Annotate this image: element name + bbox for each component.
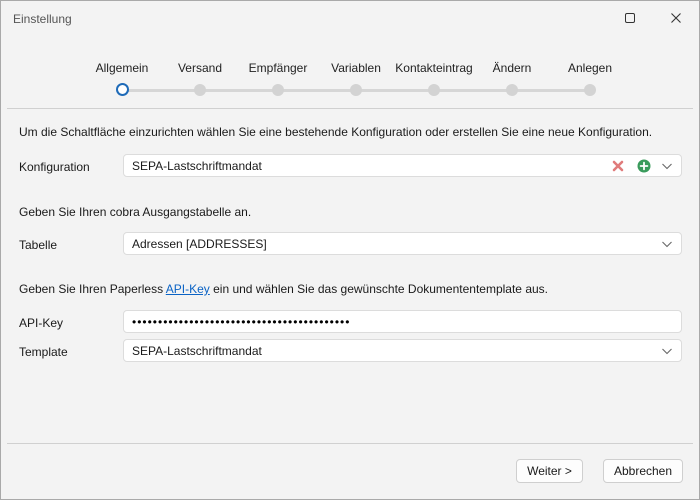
header-divider [7,108,693,109]
api-key-input[interactable] [130,313,674,330]
konfiguration-value: SEPA-Lastschriftmandat [132,159,262,173]
step-dot [350,84,362,96]
intro-text: Um die Schaltfläche einzurichten wählen … [19,125,653,139]
step-dot [506,84,518,96]
step-dot [428,84,440,96]
konfiguration-select[interactable]: SEPA-Lastschriftmandat [123,154,682,177]
konfiguration-label: Konfiguration [19,160,90,174]
step-dot [584,84,596,96]
tabelle-value: Adressen [ADDRESSES] [132,237,267,251]
window-title: Einstellung [13,12,72,26]
api-key-label: API-Key [19,316,64,330]
tabelle-label: Tabelle [19,238,58,252]
close-button[interactable] [661,7,691,31]
paperless-hint-text: Geben Sie Ihren Paperless API-Key ein un… [19,282,548,296]
title-bar: Einstellung [1,1,699,37]
chevron-down-icon[interactable] [661,239,673,249]
step-label: Anlegen [567,61,613,75]
add-config-icon[interactable] [637,159,651,173]
paperless-hint-after: ein und wählen Sie das gewünschte Dokume… [209,282,548,296]
api-key-link[interactable]: API-Key [166,282,210,296]
chevron-down-icon[interactable] [661,346,673,356]
tabelle-select[interactable]: Adressen [ADDRESSES] [123,232,682,255]
chevron-down-icon[interactable] [661,161,673,171]
step-anlegen[interactable]: Anlegen [540,61,640,96]
next-button[interactable]: Weiter > [516,459,583,483]
paperless-hint-before: Geben Sie Ihren Paperless [19,282,166,296]
delete-config-icon[interactable] [611,159,625,173]
api-key-field[interactable] [123,310,682,333]
step-dot [194,84,206,96]
wizard-stepper: Allgemein Versand Empfänger Variablen Ko… [1,61,699,101]
step-dot-active [116,83,129,96]
template-label: Template [19,345,68,359]
footer-divider [7,443,693,444]
template-select[interactable]: SEPA-Lastschriftmandat [123,339,682,362]
maximize-icon [625,13,635,23]
settings-window: Einstellung Allgemein Versand Empfänger … [0,0,700,500]
template-value: SEPA-Lastschriftmandat [132,344,262,358]
step-dot [272,84,284,96]
cancel-button[interactable]: Abbrechen [603,459,683,483]
table-hint-text: Geben Sie Ihren cobra Ausgangstabelle an… [19,205,252,219]
maximize-button[interactable] [615,7,645,31]
close-icon [671,13,681,23]
